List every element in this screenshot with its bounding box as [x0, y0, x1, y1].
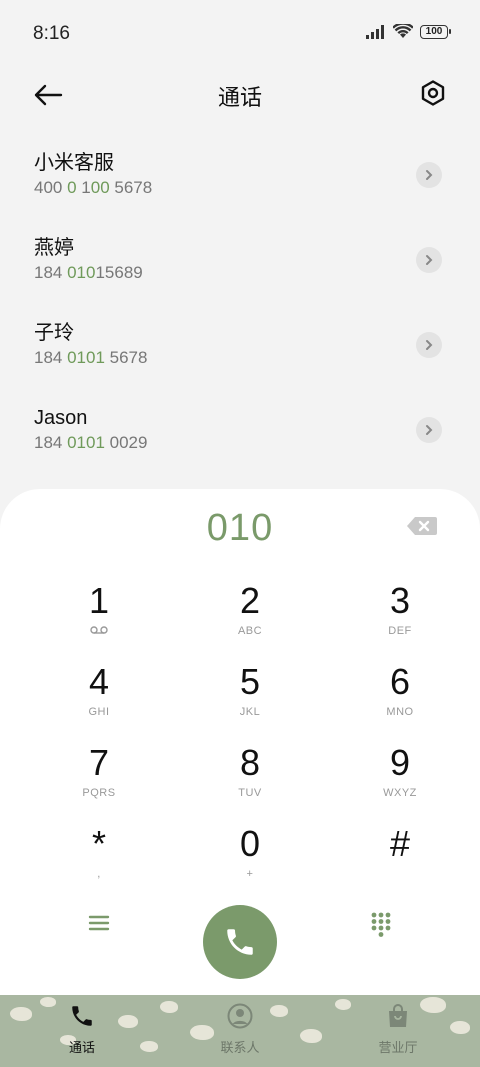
key-digit: 4: [88, 661, 110, 702]
key-0[interactable]: 0 +: [160, 824, 320, 905]
chevron-right-icon: [426, 255, 433, 265]
contact-name: Jason: [34, 407, 88, 429]
contact-name: 燕婷: [34, 237, 74, 259]
key-hash[interactable]: #: [320, 824, 480, 905]
keypad-toggle-button[interactable]: [370, 911, 392, 937]
key-letters: JKL: [239, 706, 261, 718]
menu-icon: [88, 915, 110, 931]
page-title: 通话: [217, 85, 262, 110]
key-digit: 9: [389, 742, 411, 783]
keypad: 1 2 ABC 3 DEF 4 GHI 5 JKL 6 MNO 7 PQRS 8…: [0, 581, 480, 905]
wifi-icon: [393, 24, 413, 38]
key-7[interactable]: 7 PQRS: [0, 743, 160, 824]
key-letters: ,: [97, 868, 101, 880]
nav-label-service-hall: 营业厅: [378, 1040, 418, 1055]
status-time: 8:16: [33, 23, 70, 44]
call-button[interactable]: [203, 905, 277, 979]
voicemail-icon: [90, 625, 108, 637]
key-digit: 3: [389, 580, 411, 621]
key-letters: ABC: [237, 625, 263, 637]
menu-button[interactable]: [86, 913, 112, 933]
phone-icon: [69, 1001, 95, 1031]
status-icons: 100: [366, 24, 451, 39]
contact-detail-button[interactable]: [416, 162, 442, 188]
nav-tab-service-hall[interactable]: 营业厅: [358, 1001, 438, 1061]
nav-label-calls: 通话: [68, 1040, 95, 1055]
backspace-icon: [407, 517, 437, 535]
key-letters: MNO: [386, 706, 414, 718]
contact-detail-button[interactable]: [416, 247, 442, 273]
key-5[interactable]: 5 JKL: [160, 662, 320, 743]
search-results-list: 小米客服 400 0 100 5678 燕婷 184 01015689 子玲 1…: [0, 140, 480, 480]
contact-number: 184 01015689: [34, 263, 143, 282]
key-digit: #: [389, 823, 411, 864]
key-6[interactable]: 6 MNO: [320, 662, 480, 743]
key-digit: 8: [239, 742, 261, 783]
contact-number: 184 0101 5678: [34, 348, 148, 367]
key-digit: 7: [88, 742, 110, 783]
contact-number: 184 0101 0029: [34, 433, 148, 452]
contact-row[interactable]: 燕婷 184 01015689: [0, 225, 480, 310]
dialpad-panel: 010 1 2 ABC 3 DEF 4 GHI 5 JKL 6 MNO 7 PQ…: [0, 489, 480, 995]
key-star[interactable]: * ,: [0, 824, 160, 905]
gear-icon: [421, 80, 445, 106]
signal-icon: [366, 24, 384, 39]
contact-detail-button[interactable]: [416, 332, 442, 358]
key-9[interactable]: 9 WXYZ: [320, 743, 480, 824]
key-letters: TUV: [238, 787, 262, 799]
contact-name: 小米客服: [34, 152, 114, 174]
chevron-right-icon: [426, 170, 433, 180]
key-letters: WXYZ: [383, 787, 417, 799]
key-2[interactable]: 2 ABC: [160, 581, 320, 662]
key-4[interactable]: 4 GHI: [0, 662, 160, 743]
contact-row[interactable]: 小米客服 400 0 100 5678: [0, 140, 480, 225]
header: 通话: [0, 64, 480, 124]
key-letters: +: [246, 868, 254, 880]
backspace-button[interactable]: [406, 515, 438, 537]
key-digit: 5: [239, 661, 261, 702]
bottom-navigation: 通话 联系人 营业厅: [0, 995, 480, 1067]
contact-row[interactable]: Jason 184 0101 0029: [0, 395, 480, 480]
key-letters: PQRS: [82, 787, 116, 799]
key-8[interactable]: 8 TUV: [160, 743, 320, 824]
key-3[interactable]: 3 DEF: [320, 581, 480, 662]
contact-number: 400 0 100 5678: [34, 178, 153, 197]
phone-icon: [227, 929, 253, 955]
key-letters: DEF: [388, 625, 412, 637]
key-digit: 0: [239, 823, 261, 864]
nav-label-contacts: 联系人: [220, 1040, 260, 1055]
contact-row[interactable]: 子玲 184 0101 5678: [0, 310, 480, 395]
chevron-right-icon: [426, 340, 433, 350]
dialpad-icon: [371, 912, 391, 937]
chevron-right-icon: [426, 425, 433, 435]
key-digit: 2: [239, 580, 261, 621]
contact-name: 子玲: [34, 322, 74, 344]
nav-tab-contacts[interactable]: 联系人: [200, 1001, 280, 1061]
status-bar: 8:16 100: [0, 0, 480, 64]
shopping-bag-icon: [386, 1001, 410, 1031]
contacts-icon: [227, 1001, 253, 1031]
key-digit: 6: [389, 661, 411, 702]
key-digit: 1: [88, 580, 110, 621]
contact-detail-button[interactable]: [416, 417, 442, 443]
key-digit: *: [91, 823, 106, 864]
battery-indicator: 100: [420, 24, 451, 39]
key-letters: GHI: [88, 706, 110, 718]
key-1[interactable]: 1: [0, 581, 160, 662]
nav-tab-calls[interactable]: 通话: [42, 1001, 122, 1061]
settings-button[interactable]: [418, 78, 448, 108]
